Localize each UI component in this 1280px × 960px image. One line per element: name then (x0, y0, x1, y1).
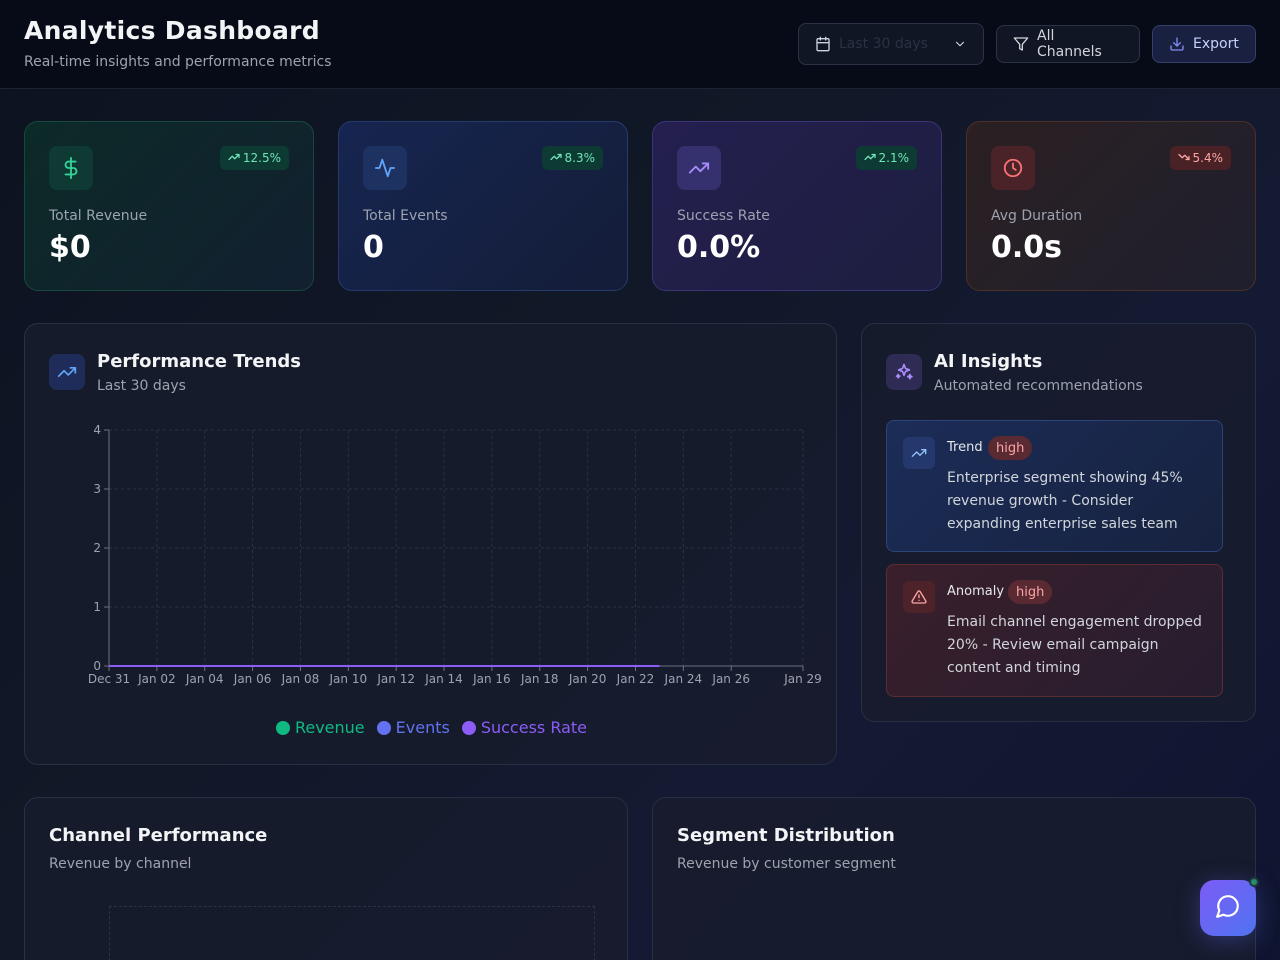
x-tick-label: Jan 16 (472, 672, 511, 686)
trending-up-icon (903, 437, 935, 469)
kpi-card-total-revenue: 12.5% Total Revenue $0 (24, 121, 314, 291)
kpi-label: Total Revenue (49, 208, 148, 224)
kpi-change-value: 12.5% (242, 151, 281, 165)
kpi-change-value: 8.3% (564, 151, 596, 165)
trend-up-icon (549, 151, 562, 166)
download-icon (1169, 36, 1185, 52)
panel-subtitle: Revenue by customer segment (677, 856, 896, 872)
legend-label: Events (395, 718, 450, 737)
message-circle-icon (1215, 893, 1241, 923)
insight-card-anomaly[interactable]: Anomaly high Email channel engagement dr… (886, 564, 1223, 697)
x-tick-label: Jan 12 (376, 672, 415, 686)
legend-dot (275, 720, 290, 735)
legend-item[interactable]: Success Rate (461, 718, 588, 737)
kpi-value: $0 (49, 230, 91, 265)
legend-item[interactable]: Revenue (275, 718, 365, 737)
y-tick-label: 1 (93, 600, 101, 614)
channels-filter-button[interactable]: All Channels (996, 25, 1140, 63)
panel-title: Segment Distribution (677, 825, 895, 846)
performance-trends-chart: 0 1 2 3 4 Dec 31 Jan 02 Jan 04 Jan 06 Jan 08 Jan 1… (88, 423, 822, 686)
alert-triangle-icon (903, 581, 935, 613)
x-tick-label: Jan 14 (424, 672, 463, 686)
x-tick-label: Jan 10 (329, 672, 368, 686)
x-tick-label: Jan 02 (137, 672, 176, 686)
legend-dot (461, 720, 476, 735)
calendar-icon (815, 36, 831, 52)
legend-label: Revenue (294, 718, 365, 737)
kpi-change-value: 2.1% (878, 151, 910, 165)
channels-filter-label: All Channels (1037, 28, 1102, 60)
page-title: Analytics Dashboard (24, 16, 320, 45)
priority-badge: high (1008, 580, 1053, 604)
trend-up-icon (863, 151, 876, 166)
x-tick-label: Jan 20 (568, 672, 607, 686)
trend-down-icon (1177, 151, 1190, 166)
legend-dot (376, 720, 391, 735)
panel-title: AI Insights (934, 351, 1043, 372)
chat-button[interactable] (1200, 880, 1256, 936)
kpi-change-badge: 8.3% (541, 146, 603, 170)
kpi-card-success-rate: 2.1% Success Rate 0.0% (652, 121, 942, 291)
insight-card-trend[interactable]: Trend high Enterprise segment showing 45… (886, 420, 1223, 552)
export-label: Export (1193, 36, 1239, 52)
activity-icon (363, 146, 407, 190)
export-button[interactable]: Export (1152, 25, 1256, 63)
performance-trends-panel: Performance Trends Last 30 days 0 1 2 3 4 Dec… (24, 323, 837, 765)
chevron-down-icon (953, 37, 967, 51)
trending-up-icon (677, 146, 721, 190)
kpi-change-badge: 5.4% (1169, 146, 1231, 170)
chart-grid (109, 906, 595, 960)
sparkles-icon (886, 354, 922, 390)
y-tick-label: 0 (93, 659, 101, 673)
y-tick-label: 2 (93, 541, 101, 555)
dollar-icon (49, 146, 93, 190)
kpi-value: 0.0% (677, 230, 761, 265)
kpi-label: Avg Duration (991, 208, 1083, 224)
x-tick-label: Jan 29 (783, 672, 822, 686)
kpi-change-badge: 12.5% (219, 146, 289, 170)
panel-title: Channel Performance (49, 825, 268, 846)
x-tick-label: Jan 22 (616, 672, 655, 686)
clock-icon (991, 146, 1035, 190)
online-status-dot (1249, 877, 1259, 887)
channel-performance-panel: Channel Performance Revenue by channel (24, 797, 628, 960)
date-range-select[interactable]: Last 30 days (798, 23, 984, 65)
kpi-label: Total Events (363, 208, 448, 224)
date-range-value: Last 30 days (839, 36, 928, 52)
insight-type: Trend (947, 440, 983, 455)
x-tick-label: Jan 06 (233, 672, 272, 686)
kpi-card-total-events: 8.3% Total Events 0 (338, 121, 628, 291)
chart-legend: Revenue Events Success Rate (25, 718, 838, 737)
x-tick-label: Jan 26 (711, 672, 750, 686)
y-tick-label: 3 (93, 482, 101, 496)
insight-type: Anomaly (947, 584, 1005, 599)
legend-label: Success Rate (480, 718, 588, 737)
kpi-change-badge: 2.1% (855, 146, 917, 170)
insight-text: Enterprise segment showing 45% revenue g… (947, 470, 1183, 532)
kpi-card-avg-duration: 5.4% Avg Duration 0.0s (966, 121, 1256, 291)
x-tick-label: Dec 31 (88, 672, 130, 686)
x-tick-label: Jan 24 (664, 672, 703, 686)
kpi-change-value: 5.4% (1192, 151, 1224, 165)
panel-subtitle: Automated recommendations (934, 378, 1143, 394)
y-tick-label: 4 (93, 423, 101, 437)
kpi-label: Success Rate (677, 208, 770, 224)
insight-text: Email channel engagement dropped 20% - R… (947, 614, 1202, 676)
x-tick-label: Jan 08 (281, 672, 320, 686)
segment-distribution-panel: Segment Distribution Revenue by customer… (652, 797, 1256, 960)
top-header: Analytics Dashboard Real-time insights a… (0, 0, 1280, 89)
page-subtitle: Real-time insights and performance metri… (24, 54, 332, 70)
x-tick-label: Jan 18 (520, 672, 559, 686)
ai-insights-panel: AI Insights Automated recommendations Tr… (861, 323, 1256, 722)
legend-item[interactable]: Events (376, 718, 450, 737)
priority-badge: high (988, 436, 1033, 460)
trend-up-icon (228, 151, 240, 166)
panel-subtitle: Revenue by channel (49, 856, 192, 872)
x-tick-label: Jan 04 (185, 672, 224, 686)
kpi-value: 0.0s (991, 230, 1063, 265)
filter-icon (1013, 36, 1029, 52)
kpi-value: 0 (363, 230, 384, 265)
